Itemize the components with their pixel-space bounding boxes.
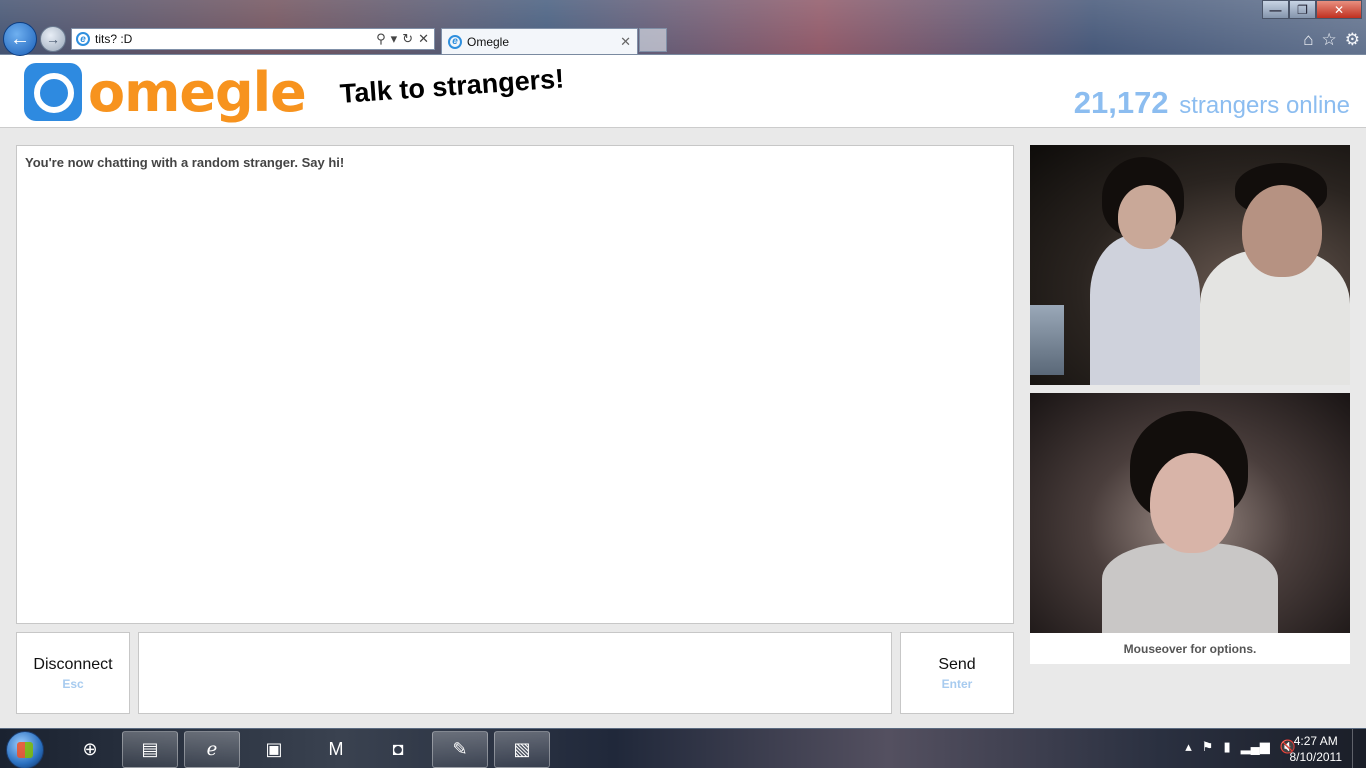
ie-icon: e [76,32,90,46]
online-count: 21,172 [1073,85,1169,120]
chat-log[interactable]: You're now chatting with a random strang… [16,145,1014,624]
tab-omegle[interactable]: e Omegle ✕ [441,28,638,54]
send-button[interactable]: Send Enter [900,632,1014,714]
show-desktop-button[interactable] [1352,729,1366,768]
disconnect-label: Disconnect [33,655,113,673]
network-signal-icon[interactable]: ▂▄▆ [1241,739,1270,755]
back-button[interactable]: ← [3,22,37,56]
show-hidden-icons-icon[interactable]: ▴ [1185,739,1192,755]
file-explorer-icon[interactable]: ▤ [122,731,178,768]
mail-m-icon[interactable]: M [308,731,364,768]
power-icon[interactable]: ▮ [1223,739,1230,755]
address-text[interactable]: tits? :D [95,32,376,46]
tools-gear-icon[interactable]: ⚙ [1345,30,1360,50]
forward-button[interactable]: → [40,26,66,52]
omegle-logo-text[interactable]: omegle [88,61,307,124]
tab-close-icon[interactable]: ✕ [620,34,637,50]
outlook-icon[interactable]: ◘ [370,731,426,768]
system-tray: ▴ ⚑ ▮ ▂▄▆ 🔇 [1185,739,1296,755]
search-icon[interactable]: ⚲ [376,31,386,47]
online-label: strangers online [1179,92,1350,119]
paint-icon[interactable]: ✎ [432,731,488,768]
clock-date: 8/10/2011 [1289,750,1343,764]
safari-icon[interactable]: ⊕ [62,731,118,768]
send-label: Send [938,655,976,673]
stranger-video[interactable] [1030,145,1350,385]
online-counter: 21,172 strangers online [1074,85,1350,121]
new-tab-button[interactable] [639,28,667,52]
windows-taskbar: ⊕ ▤ ℯ ▣ M ◘ ✎ ▧ ▴ ⚑ ▮ ▂▄▆ 🔇 4:27 AM 8/10… [0,728,1366,768]
ie-icon: e [448,34,462,49]
video-laptop [1030,305,1064,375]
photo-viewer-icon[interactable]: ▧ [494,731,550,768]
self-video[interactable] [1030,393,1350,633]
favorites-star-icon[interactable]: ☆ [1322,30,1337,50]
disconnect-shortcut: Esc [62,676,84,691]
close-window-button[interactable]: ✕ [1316,0,1362,19]
arrow-right-icon: → [46,31,60,47]
page-header: omegle Talk to strangers! 21,172 strange… [0,55,1366,128]
refresh-icon[interactable]: ↻ [402,31,413,47]
action-center-flag-icon[interactable]: ⚑ [1202,739,1214,755]
taskbar-clock[interactable]: 4:27 AM 8/10/2011 [1290,733,1343,765]
video-caption[interactable]: Mouseover for options. [1030,633,1350,664]
tagline: Talk to strangers! [338,63,566,109]
address-bar[interactable]: e tits? :D ⚲ ▾ ↻ ✕ [71,28,435,50]
status-message: You're now chatting with a random strang… [25,155,345,170]
omegle-logo-icon[interactable] [24,63,82,121]
clock-time: 4:27 AM [1293,734,1338,748]
internet-explorer-icon[interactable]: ℯ [184,731,240,768]
blackboard-icon[interactable]: ▣ [246,731,302,768]
disconnect-button[interactable]: Disconnect Esc [16,632,130,714]
tab-title: Omegle [467,34,510,49]
send-shortcut: Enter [941,676,973,691]
minimize-button[interactable]: — [1262,0,1289,19]
arrow-left-icon: ← [10,27,30,50]
maximize-button[interactable]: ❐ [1289,0,1316,19]
stop-icon[interactable]: ✕ [418,31,429,47]
browser-chrome: ← → e tits? :D ⚲ ▾ ↻ ✕ e Omegle ✕ — ❐ ✕ … [0,0,1366,56]
message-input[interactable] [138,632,892,714]
dropdown-icon[interactable]: ▾ [391,31,398,47]
home-icon[interactable]: ⌂ [1303,30,1313,50]
start-button[interactable] [6,731,44,768]
